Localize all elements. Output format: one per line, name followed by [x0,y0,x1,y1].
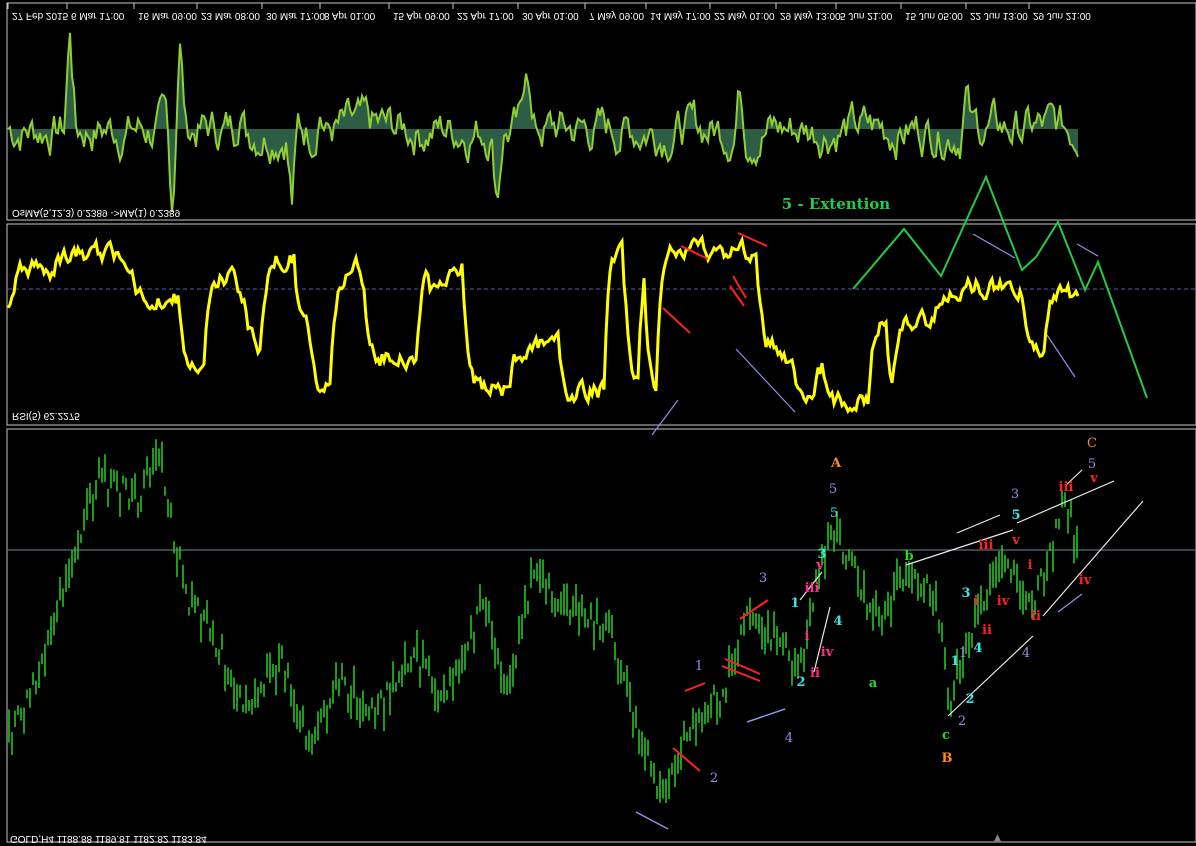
wave-label: v [1089,471,1098,486]
time-tick-label: 30 Mar 17:00 [266,10,325,21]
rsi-trendline[interactable] [651,399,679,436]
time-tick-label: 22 Apr 17:00 [457,10,514,21]
wave-label: 1 [790,596,799,611]
time-tick-label: 22 May 01:00 [714,10,775,21]
price-mark[interactable] [739,599,769,620]
channel-line[interactable] [905,529,1014,566]
wave-label: 1 [695,659,703,674]
price-trendline[interactable] [746,708,786,723]
wave-label: B [942,751,953,766]
time-tick-label: 23 Mar 08:00 [201,10,260,21]
wave-label: 2 [796,675,805,690]
wave-labels: A553viiiiivii4123124abcB112234iiiiiiivv3… [695,436,1098,786]
time-tick-label: 30 Apr 01:00 [522,10,579,21]
osma-histogram [7,32,1079,213]
wave-label: 5 [1011,508,1020,523]
wave-label: c [942,728,950,743]
wave-label: ii [810,666,820,681]
wave-label: 2 [710,771,718,786]
rsi-divergence-mark[interactable] [662,307,691,334]
rsi-trendline[interactable] [1046,334,1076,378]
osma-label: OsMA(5,12,3) 0.2389 ->MA(1) 0.2389 [12,207,181,218]
wave-label: iii [979,538,994,553]
trendlines[interactable] [635,232,1144,830]
price-mark[interactable] [672,747,701,772]
wave-label: i [1028,558,1033,573]
price-bars [8,439,1078,803]
rsi-line [6,233,1080,415]
wave-label: v [815,558,824,573]
terminal-chart-window[interactable]: 27 Feb 2015 6 Mar 17:00 16 Mar 09:00 23 Mar… [0,0,1196,846]
time-tick-label: 22 Jun 13:00 [970,10,1028,21]
wave-label: iv [1079,573,1092,588]
extension-label: 5 - Extention [782,195,890,213]
wave-label: 2 [958,714,966,729]
time-tick-label: 8 Apr 01:00 [324,10,376,21]
time-tick-label: 14 May 17:00 [650,10,711,21]
wave-label: i [974,594,979,609]
time-tick-label: 16 Mar 09:00 [138,10,197,21]
chart-canvas[interactable]: 27 Feb 2015 6 Mar 17:00 16 Mar 09:00 23 Mar… [0,0,1196,846]
wave-label: a [869,676,878,691]
rsi-trendline[interactable] [1076,243,1099,257]
rsi-label: RSI(5) 62.2275 [12,410,80,421]
wave-label: iii [805,581,820,596]
channel-line[interactable] [956,514,1001,534]
symbol-label: GOLD,H4 1188.88 1189.81 1182.82 1183.84 [10,833,207,844]
wave-label: A [830,456,842,471]
wave-label: 2 [965,692,974,707]
wave-label: v [1011,533,1020,548]
time-tick-label: 29 May 13:00 [780,10,841,21]
wave-label: i [805,629,810,644]
wave-label: 4 [785,731,793,746]
wave-label: 1 [959,646,967,661]
wave-label: C [1087,436,1097,451]
time-tick-label: 5 Jun 21:00 [840,10,893,21]
wave-label: 4 [833,614,842,629]
channel-line[interactable] [1057,593,1083,613]
time-tick-label: 27 Feb 2015 [12,10,69,21]
wave-label: 5 [1088,457,1096,472]
rsi-panel [6,223,1196,426]
osma-series [7,32,1079,213]
price-mark[interactable] [721,665,761,682]
channel-line[interactable] [1042,500,1144,617]
price-mark[interactable] [724,658,761,675]
time-axis: 27 Feb 2015 6 Mar 17:00 16 Mar 09:00 23 Mar… [7,3,1091,21]
time-tick-label: 15 Jun 05:00 [905,10,963,21]
wave-label: 4 [973,641,982,656]
wave-label: 4 [1022,646,1030,661]
wave-label: ii [982,623,992,638]
wave-label: ii [1031,609,1041,624]
extension-projection-line [852,174,1148,399]
scroll-marker-icon[interactable]: ▲ [994,833,1001,843]
wave-label: iv [997,594,1010,609]
time-tick-label: 6 Mar 17:00 [71,10,125,21]
wave-label: 3 [961,586,970,601]
price-trendline[interactable] [813,606,831,673]
wave-label: b [904,549,913,564]
time-tick-label: 15 Apr 09:00 [393,10,450,21]
time-tick-label: 7 May 09:00 [589,10,644,21]
time-tick-label: 29 Jun 21:00 [1033,10,1091,21]
wave-label: 5 [829,482,837,497]
wave-label: iv [821,645,834,660]
rsi-series [6,233,1080,415]
wave-label: iii [1059,480,1074,495]
price-mark[interactable] [684,682,706,692]
wave-label: 5 [830,506,838,521]
wave-label: 3 [1011,487,1019,502]
price-trendline[interactable] [635,811,669,830]
wave-label: 3 [759,571,767,586]
